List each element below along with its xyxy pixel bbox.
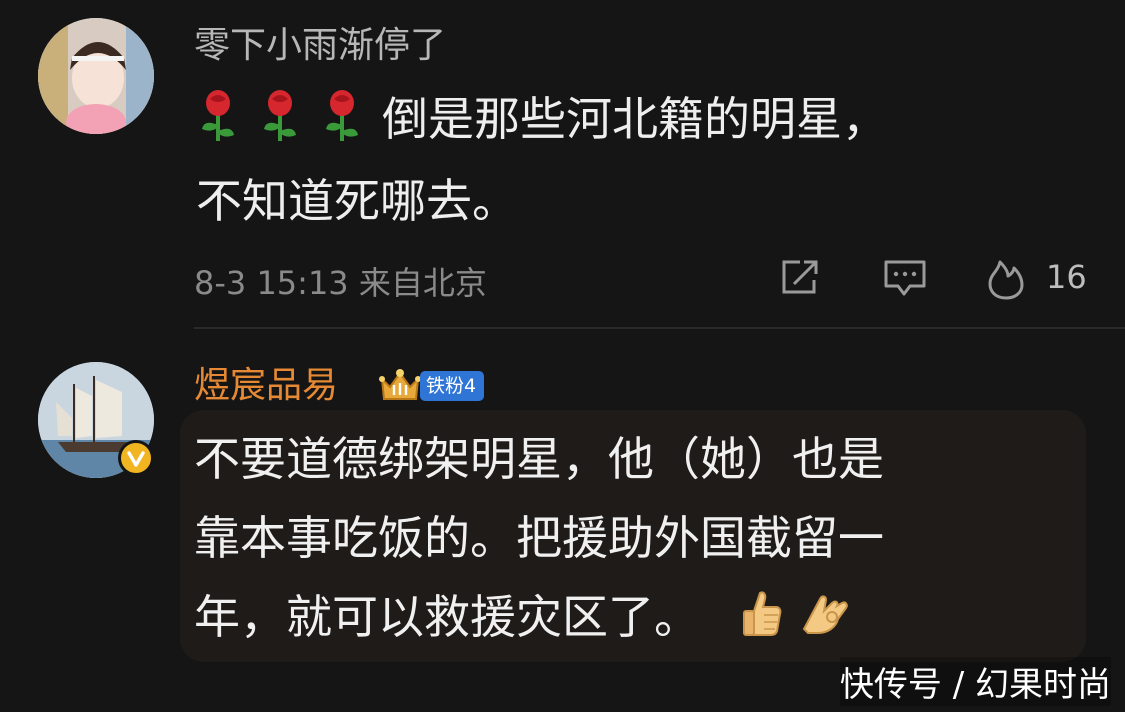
username[interactable]: 煜宸品易 bbox=[194, 364, 338, 408]
crown-icon bbox=[379, 369, 421, 400]
comment-line-3: 年，就可以救援灾区了。 bbox=[194, 578, 884, 657]
comment-text: 倒是那些河北籍的明星， 不知道死哪去。 bbox=[196, 78, 888, 242]
comment-text-line: 倒是那些河北籍的明星， bbox=[382, 92, 888, 146]
badge-label: 铁粉4 bbox=[420, 371, 485, 401]
like-icon[interactable] bbox=[986, 258, 1026, 304]
rose-emoji bbox=[258, 86, 302, 141]
username[interactable]: 零下小雨渐停了 bbox=[194, 24, 446, 68]
comment-icon[interactable] bbox=[882, 258, 928, 302]
rose-emoji bbox=[320, 86, 364, 141]
like-count: 16 bbox=[1046, 258, 1087, 296]
ok-hand-emoji bbox=[798, 584, 852, 634]
avatar[interactable] bbox=[38, 362, 154, 478]
comment-text-line: 年，就可以救援灾区了。 bbox=[194, 590, 700, 644]
comment-text: 不要道德绑架明星，他（她）也是 靠本事吃饭的。把援助外国截留一 年，就可以救援灾… bbox=[194, 420, 884, 657]
rose-emoji bbox=[196, 86, 240, 141]
verified-icon bbox=[118, 440, 154, 476]
thumbs-up-emoji bbox=[740, 584, 784, 636]
comment-line-1: 倒是那些河北籍的明星， bbox=[196, 78, 888, 160]
comment-line-2: 靠本事吃饭的。把援助外国截留一 bbox=[194, 511, 884, 565]
watermark: 快传号 / 幻果时尚 bbox=[839, 657, 1111, 706]
share-icon[interactable] bbox=[778, 258, 824, 302]
comment-meta: 8-3 15:13 来自北京 bbox=[194, 264, 487, 302]
fan-badge[interactable]: 铁粉4 bbox=[376, 365, 485, 405]
avatar[interactable] bbox=[38, 18, 154, 134]
comment-line-1: 不要道德绑架明星，他（她）也是 bbox=[194, 432, 884, 486]
divider bbox=[194, 327, 1125, 329]
comment-line-2: 不知道死哪去。 bbox=[196, 174, 518, 228]
